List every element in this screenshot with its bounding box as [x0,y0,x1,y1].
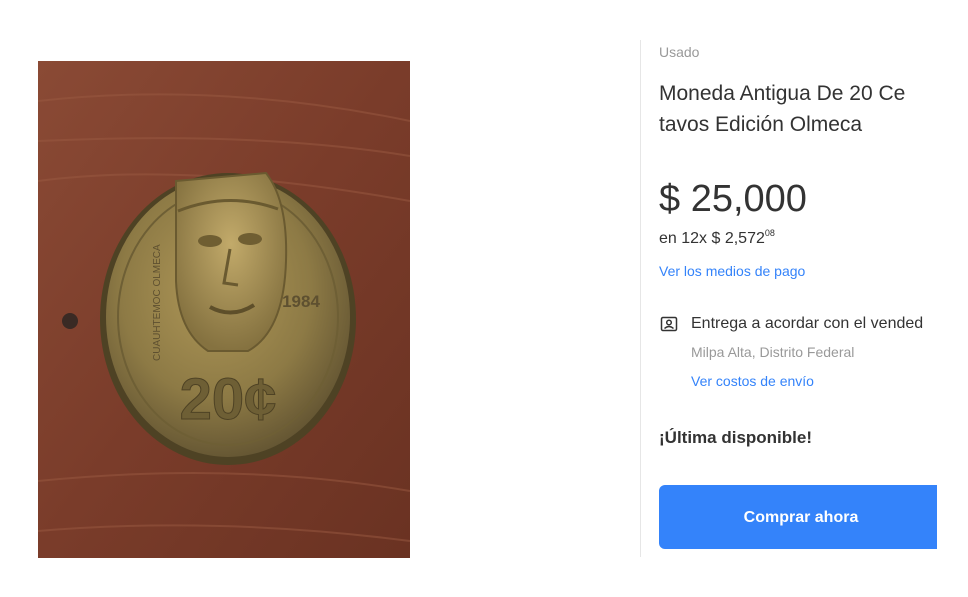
delivery-title: Entrega a acordar con el vended [691,315,924,332]
product-title: Moneda Antigua De 20 Ce tavos Edición Ol… [659,78,937,140]
item-condition: Usado [659,44,700,60]
coin-photo: 20¢ 1984 CUAUHTEMOC OLMECA [38,61,410,558]
product-title-line-1: Moneda Antigua De 20 Ce [659,82,906,105]
shipping-costs-link[interactable]: Ver costos de envío [691,373,814,389]
stock-status: ¡Última disponible! [659,428,812,447]
coin-year: 1984 [282,292,320,311]
payment-methods-link[interactable]: Ver los medios de pago [659,263,805,279]
product-price: $ 25,000 [659,178,807,220]
store-pickup-icon [660,316,678,332]
coin-denomination: 20¢ [180,367,277,432]
panel-divider [640,40,641,557]
installments-amount: en 12x $ 2,572 [659,230,765,247]
installments-cents: 08 [764,228,775,238]
product-image[interactable]: 20¢ 1984 CUAUHTEMOC OLMECA [38,61,410,558]
product-buy-box: Usado Moneda Antigua De 20 Ce tavos Edic… [659,40,937,560]
seller-location: Milpa Alta, Distrito Federal [691,344,855,360]
installments-info: en 12x $ 2,57208 [659,228,775,248]
buy-now-button[interactable]: Comprar ahora [659,485,937,549]
coin-edge-text: CUAUHTEMOC OLMECA [152,244,163,361]
product-title-line-2: tavos Edición Olmeca [659,113,863,136]
